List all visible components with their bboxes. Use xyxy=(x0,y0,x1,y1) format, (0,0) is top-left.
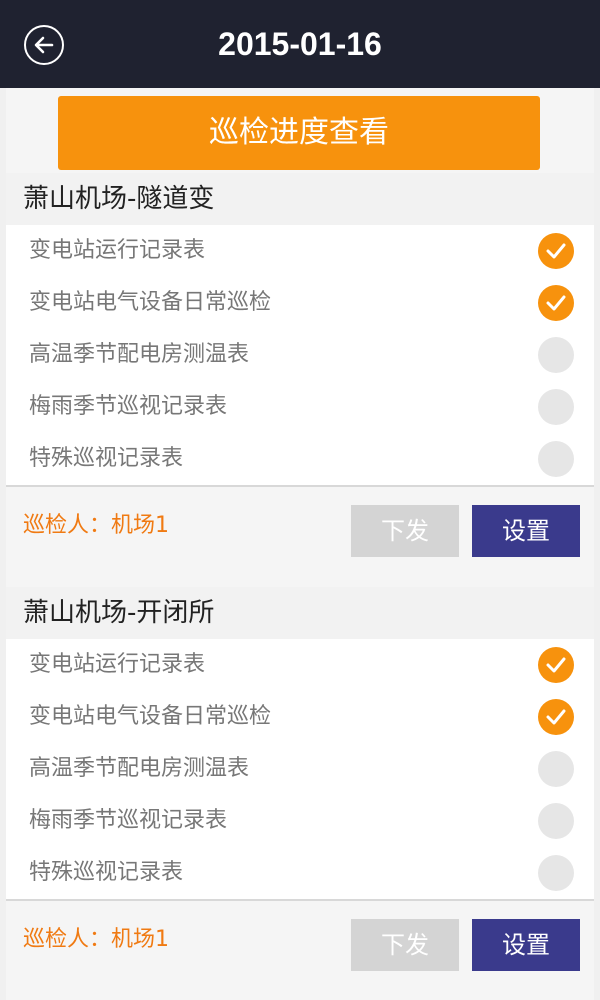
list-item[interactable]: 高温季节配电房测温表 xyxy=(6,743,594,795)
settings-button[interactable]: 设置 xyxy=(472,919,580,971)
item-label: 变电站运行记录表 xyxy=(29,238,206,263)
item-label: 高温季节配电房测温表 xyxy=(29,756,250,781)
checkbox[interactable] xyxy=(538,389,574,425)
section-title: 萧山机场-隧道变 xyxy=(6,173,594,225)
item-label: 梅雨季节巡视记录表 xyxy=(29,808,228,833)
list-item[interactable]: 变电站电气设备日常巡检 xyxy=(6,691,594,743)
dispatch-button[interactable]: 下发 xyxy=(351,919,459,971)
form-list: 变电站运行记录表 变电站电气设备日常巡检 高温季节配电房测温表 梅雨季节巡视记录… xyxy=(6,639,594,901)
checkbox[interactable] xyxy=(538,285,574,321)
page-title: 2015-01-16 xyxy=(218,26,382,62)
main-content: 巡检进度查看 萧山机场-隧道变 变电站运行记录表 变电站电气设备日常巡检 高温季… xyxy=(6,88,594,1000)
checkbox[interactable] xyxy=(538,699,574,735)
station-section: 萧山机场-开闭所 变电站运行记录表 变电站电气设备日常巡检 高温季节配电房测温表… xyxy=(6,587,594,987)
item-label: 变电站电气设备日常巡检 xyxy=(29,704,272,729)
section-footer: 巡检人：机场1 下发 设置 xyxy=(6,487,594,573)
item-label: 变电站运行记录表 xyxy=(29,652,206,677)
form-list: 变电站运行记录表 变电站电气设备日常巡检 高温季节配电房测温表 梅雨季节巡视记录… xyxy=(6,225,594,487)
list-item[interactable]: 特殊巡视记录表 xyxy=(6,433,594,485)
inspector-label: 巡检人：机场1 xyxy=(23,513,169,538)
checkbox[interactable] xyxy=(538,441,574,477)
checkbox[interactable] xyxy=(538,647,574,683)
checkbox[interactable] xyxy=(538,855,574,891)
list-item[interactable]: 高温季节配电房测温表 xyxy=(6,329,594,381)
list-item[interactable]: 梅雨季节巡视记录表 xyxy=(6,381,594,433)
checkbox[interactable] xyxy=(538,751,574,787)
item-label: 高温季节配电房测温表 xyxy=(29,342,250,367)
dispatch-button[interactable]: 下发 xyxy=(351,505,459,557)
section-title: 萧山机场-开闭所 xyxy=(6,587,594,639)
settings-button[interactable]: 设置 xyxy=(472,505,580,557)
item-label: 变电站电气设备日常巡检 xyxy=(29,290,272,315)
section-footer: 巡检人：机场1 下发 设置 xyxy=(6,901,594,987)
checkbox[interactable] xyxy=(538,803,574,839)
app-header: 2015-01-16 xyxy=(0,0,600,88)
checkbox[interactable] xyxy=(538,233,574,269)
list-item[interactable]: 梅雨季节巡视记录表 xyxy=(6,795,594,847)
list-item[interactable]: 变电站电气设备日常巡检 xyxy=(6,277,594,329)
item-label: 梅雨季节巡视记录表 xyxy=(29,394,228,419)
checkmark-icon xyxy=(546,243,566,259)
checkbox[interactable] xyxy=(538,337,574,373)
checkmark-icon xyxy=(546,295,566,311)
view-progress-button[interactable]: 巡检进度查看 xyxy=(58,96,540,170)
list-item[interactable]: 特殊巡视记录表 xyxy=(6,847,594,899)
item-label: 特殊巡视记录表 xyxy=(29,446,184,471)
station-section: 萧山机场-隧道变 变电站运行记录表 变电站电气设备日常巡检 高温季节配电房测温表… xyxy=(6,173,594,573)
inspector-label: 巡检人：机场1 xyxy=(23,927,169,952)
checkmark-icon xyxy=(546,709,566,725)
item-label: 特殊巡视记录表 xyxy=(29,860,184,885)
checkmark-icon xyxy=(546,657,566,673)
list-item[interactable]: 变电站运行记录表 xyxy=(6,225,594,277)
list-item[interactable]: 变电站运行记录表 xyxy=(6,639,594,691)
